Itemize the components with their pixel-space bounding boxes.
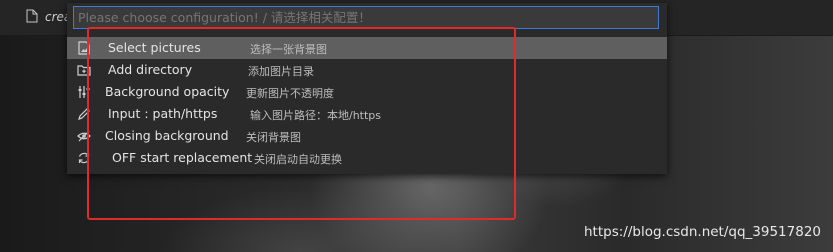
red-annotation-box: [87, 27, 516, 220]
file-icon: [26, 9, 38, 23]
quick-pick-input[interactable]: [73, 6, 659, 29]
watermark-text: https://blog.csdn.net/qq_39517820: [583, 224, 821, 240]
